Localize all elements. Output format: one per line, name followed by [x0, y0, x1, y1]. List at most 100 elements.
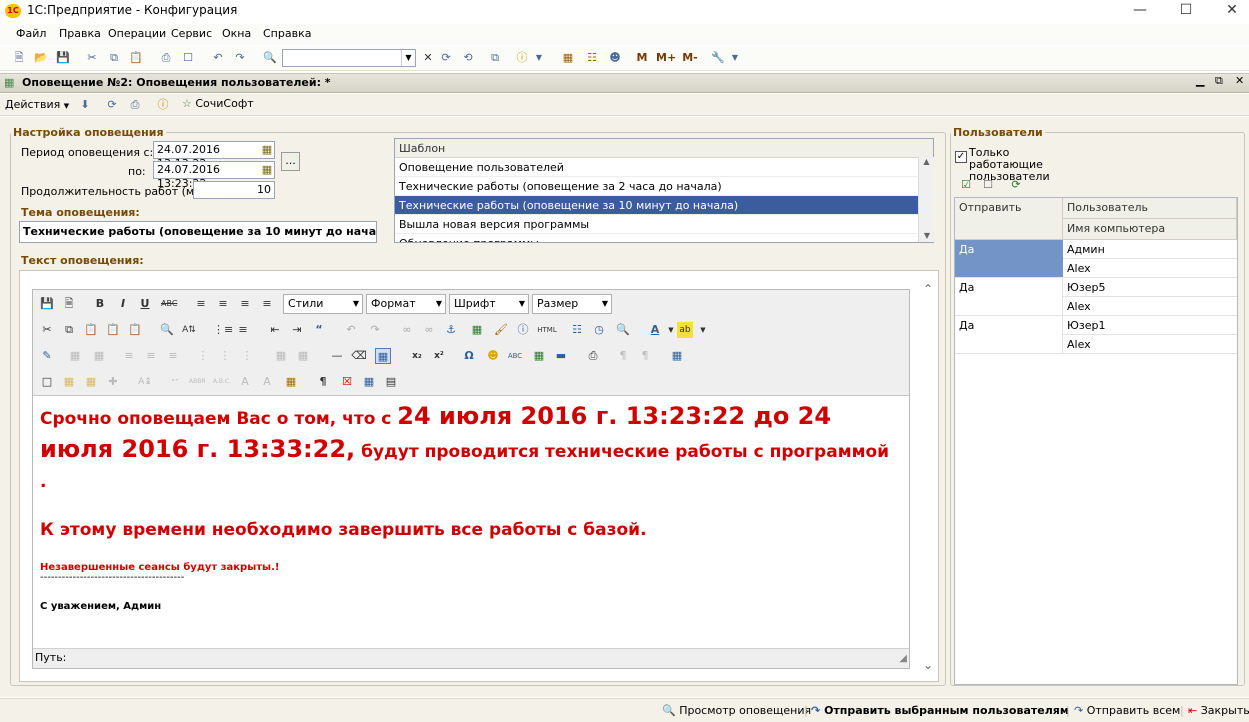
col-computer-header[interactable]: Имя компьютера	[1063, 219, 1237, 240]
memory-plus-button[interactable]: M+	[656, 50, 676, 66]
subscript-icon[interactable]: x₂	[409, 348, 425, 364]
cut-icon[interactable]: ✂	[39, 322, 55, 338]
form-restore-button[interactable]: ⧉	[1215, 74, 1223, 88]
paste-icon[interactable]: 📋	[128, 50, 144, 66]
nonbreaking-icon[interactable]: ☒	[339, 374, 355, 390]
edit-icon[interactable]: ✎	[39, 348, 55, 364]
paste-icon[interactable]: 📋	[83, 322, 99, 338]
menu-file[interactable]: Файл	[16, 27, 46, 40]
tools-icon[interactable]: 🔧	[710, 50, 726, 66]
print-form-icon[interactable]: ⎙	[127, 97, 143, 113]
horizontal-rule-icon[interactable]: —	[329, 348, 345, 364]
pilcrow-icon[interactable]: ¶	[315, 374, 331, 390]
menu-windows[interactable]: Окна	[222, 27, 251, 40]
editor-content[interactable]: Срочно оповещаем Вас о том, что с 24 июл…	[40, 402, 900, 642]
highlight-color-icon[interactable]: ab	[677, 322, 693, 338]
cite-icon[interactable]: “”	[167, 374, 183, 390]
memory-m-button[interactable]: M	[634, 50, 650, 66]
link-icon[interactable]: ∞	[399, 322, 415, 338]
send-all-button[interactable]: ↷ Отправить всем	[1074, 704, 1180, 717]
refresh-form-icon[interactable]: ⟳	[104, 97, 120, 113]
anchor-icon[interactable]: ⚓	[443, 322, 459, 338]
media-icon[interactable]: ▦	[531, 348, 547, 364]
fullscreen-icon[interactable]: ▦	[669, 348, 685, 364]
template-scrollbar[interactable]: ▲ ▼	[918, 157, 934, 242]
scroll-up-icon[interactable]: ⌃	[920, 282, 936, 296]
period-from-field[interactable]: 24.07.2016 13:13:22	[153, 141, 275, 170]
redo-icon[interactable]: ↷	[232, 50, 248, 66]
resize-grip-icon[interactable]: ◢	[899, 653, 907, 664]
cut-icon[interactable]: ✂	[84, 50, 100, 66]
scroll-down-icon[interactable]: ▼	[919, 231, 935, 240]
find-icon[interactable]: 🔍	[262, 50, 278, 66]
calendar-icon[interactable]: ☷	[569, 322, 585, 338]
insert-col-before-icon[interactable]: ⋮	[195, 348, 211, 364]
list-item[interactable]: Обновление программы	[395, 234, 933, 242]
spellcheck-icon[interactable]: ABC	[507, 348, 523, 364]
abbr-icon[interactable]: ABBR	[189, 374, 206, 390]
preview-icon[interactable]: 🔍	[615, 322, 631, 338]
info-icon[interactable]: ⓘ	[514, 50, 530, 66]
strikethrough-icon[interactable]: ABC	[161, 296, 177, 312]
info-dropdown-icon[interactable]: ▼	[531, 50, 547, 66]
layer-back-icon[interactable]: ▦	[83, 374, 99, 390]
clear-search-icon[interactable]: ✕	[420, 50, 436, 66]
blockquote-icon[interactable]: “	[311, 322, 327, 338]
table-row-icon[interactable]: ▦	[67, 348, 83, 364]
copy-icon[interactable]: ⧉	[106, 50, 122, 66]
copy-icon[interactable]: ⧉	[61, 322, 77, 338]
new-page-icon[interactable]: 🗎	[61, 296, 77, 312]
select-all-icon[interactable]: □	[39, 374, 55, 390]
refresh-icon[interactable]: ⟳	[1008, 177, 1024, 193]
underline-icon[interactable]: U	[137, 296, 153, 312]
undo-icon[interactable]: ↶	[210, 50, 226, 66]
save-close-icon[interactable]: ⬇	[77, 97, 93, 113]
list-item[interactable]: Оповещение пользователей	[395, 158, 933, 177]
paste-text-icon[interactable]: 📋	[105, 322, 121, 338]
insert-row-before-icon[interactable]: ≡	[121, 348, 137, 364]
merge-cells-icon[interactable]: ▦	[295, 348, 311, 364]
send-selected-button[interactable]: ↷ Отправить выбранным пользователям	[811, 704, 1069, 717]
format-select[interactable]: Формат ▼	[366, 294, 446, 314]
table-cell-computer[interactable]: Alex	[1063, 335, 1237, 354]
chevron-down-icon[interactable]: ▼	[695, 322, 711, 338]
chevron-down-icon[interactable]: ▼	[401, 50, 415, 66]
styles-select[interactable]: Стили ▼	[283, 294, 363, 314]
table-cell-user[interactable]: Админ	[1063, 240, 1237, 259]
period-select-button[interactable]: ...	[281, 152, 300, 171]
scroll-up-icon[interactable]: ▲	[919, 157, 934, 166]
search-prev-icon[interactable]: ⟲	[460, 50, 476, 66]
bulleted-list-icon[interactable]: ⋮≡	[213, 322, 233, 338]
paste-word-icon[interactable]: 📋	[127, 322, 143, 338]
help-icon[interactable]: ⓘ	[515, 322, 531, 338]
save-icon[interactable]: 💾	[55, 50, 71, 66]
del-icon[interactable]: A	[237, 374, 253, 390]
size-select[interactable]: Размер ▼	[532, 294, 612, 314]
replace-icon[interactable]: A⇅	[181, 322, 197, 338]
sochisoft-button[interactable]: ☆ СочиСофт	[182, 97, 254, 110]
align-right-icon[interactable]: ≡	[237, 296, 253, 312]
table-cell-send[interactable]: Да	[955, 278, 1063, 316]
template-icon[interactable]: ▦	[361, 374, 377, 390]
menu-operations[interactable]: Операции	[108, 27, 166, 40]
insert-col-after-icon[interactable]: ⋮	[217, 348, 233, 364]
clock-icon[interactable]: ◷	[591, 322, 607, 338]
search-next-icon[interactable]: ⟳	[438, 50, 454, 66]
text-color-icon[interactable]: A	[647, 322, 663, 338]
superscript-icon[interactable]: x²	[431, 348, 447, 364]
smiley-icon[interactable]: ☻	[485, 348, 501, 364]
insert-row-after-icon[interactable]: ≡	[143, 348, 159, 364]
table-cell-send[interactable]: Да	[955, 240, 1063, 278]
align-justify-icon[interactable]: ≡	[259, 296, 275, 312]
table-cell-computer[interactable]: Alex	[1063, 297, 1237, 316]
subject-field[interactable]: Технические работы (оповещение за 10 мин…	[19, 221, 377, 243]
save-icon[interactable]: 💾	[39, 296, 55, 312]
col-user-header[interactable]: Пользователь	[1063, 198, 1237, 219]
memory-minus-button[interactable]: M-	[680, 50, 700, 66]
menu-edit[interactable]: Правка	[59, 27, 101, 40]
font-select[interactable]: Шрифт ▼	[449, 294, 529, 314]
users-table[interactable]: Отправить Пользователь Имя компьютера Да…	[954, 197, 1238, 685]
indent-icon[interactable]: ⇥	[289, 322, 305, 338]
calculator-icon[interactable]: ▦	[560, 50, 576, 66]
print-preview-icon[interactable]: ☐	[180, 50, 196, 66]
